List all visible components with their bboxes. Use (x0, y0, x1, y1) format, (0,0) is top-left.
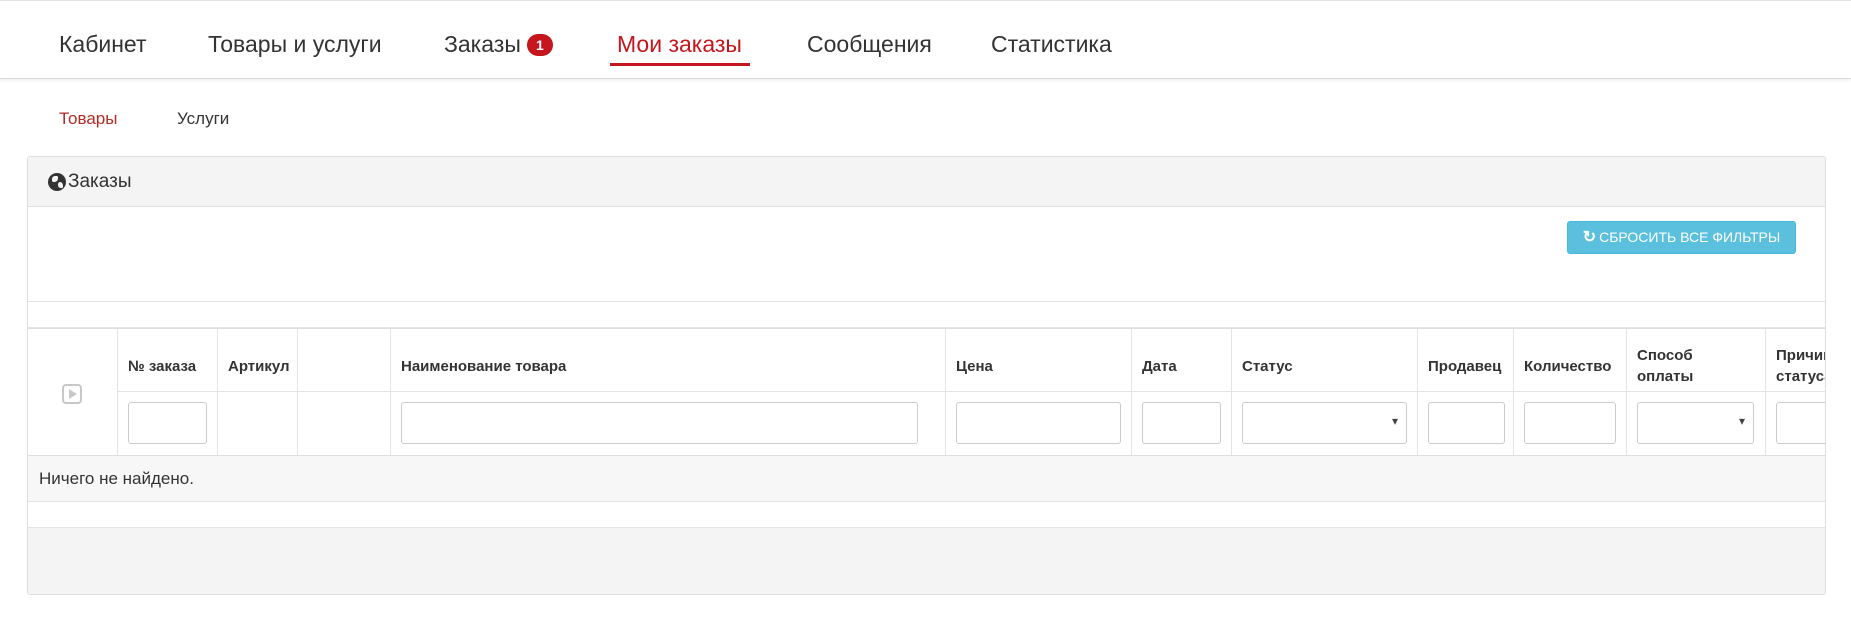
empty-results-text: Ничего не найдено. (39, 469, 194, 488)
order-number-filter-input[interactable] (128, 402, 207, 444)
column-header[interactable]: № заказа (128, 342, 196, 390)
column-header[interactable]: Способ оплаты (1637, 342, 1737, 390)
toolbar-separator (28, 301, 1825, 328)
orders-count-badge: 1 (526, 34, 553, 56)
status-reason-filter-select[interactable] (1776, 402, 1825, 444)
panel-title: Заказы (48, 171, 132, 193)
column-header[interactable]: Наименование товара (401, 342, 566, 390)
header-row-divider (117, 391, 1825, 392)
orders-panel: Заказы ↻ СБРОСИТЬ ВСЕ ФИЛЬТРЫ № заказа Ар… (27, 156, 1826, 595)
reset-filters-label: СБРОСИТЬ ВСЕ ФИЛЬТРЫ (1599, 229, 1781, 245)
nav-item-my-orders[interactable]: Мои заказы (617, 31, 742, 58)
active-tab-underline (610, 63, 750, 66)
nav-item-goods-services[interactable]: Товары и услуги (208, 31, 382, 58)
column-header[interactable]: Статус (1242, 342, 1293, 390)
reset-filters-button[interactable]: ↻ СБРОСИТЬ ВСЕ ФИЛЬТРЫ (1567, 221, 1796, 254)
column-product-name: Наименование товара (390, 329, 946, 455)
product-name-filter-input[interactable] (401, 402, 918, 444)
column-header: Артикул (228, 357, 290, 375)
column-order-number: № заказа (117, 329, 218, 455)
nav-item-orders-label: Заказы (444, 31, 521, 57)
column-status: Статус (1231, 329, 1418, 455)
column-status-reason: Причина статуса (1765, 329, 1825, 455)
nav-item-orders[interactable]: Заказы 1 (444, 31, 553, 58)
column-quantity: Количество (1513, 329, 1627, 455)
panel-heading: Заказы (28, 157, 1825, 207)
column-header[interactable]: Количество (1524, 342, 1611, 390)
subnav-item-goods[interactable]: Товары (59, 109, 117, 129)
expand-column (28, 329, 118, 455)
column-header[interactable]: Причина статуса (1776, 342, 1825, 390)
table-bottom-band (28, 502, 1825, 528)
column-header[interactable]: Цена (956, 342, 993, 390)
column-header[interactable]: Дата (1142, 342, 1177, 390)
date-filter-input[interactable] (1142, 402, 1221, 444)
nav-item-statistics[interactable]: Статистика (991, 31, 1112, 58)
price-filter-input[interactable] (956, 402, 1121, 444)
payment-method-filter-select[interactable] (1637, 402, 1754, 444)
column-article: Артикул (217, 329, 298, 455)
column-date: Дата (1131, 329, 1232, 455)
column-image (297, 329, 391, 455)
column-header[interactable]: Продавец (1428, 342, 1501, 390)
nav-item-messages[interactable]: Сообщения (807, 31, 932, 58)
panel-title-text: Заказы (68, 171, 132, 192)
quantity-filter-input[interactable] (1524, 402, 1616, 444)
seller-filter-input[interactable] (1428, 402, 1505, 444)
column-seller: Продавец (1417, 329, 1514, 455)
column-price: Цена (945, 329, 1132, 455)
panel-footer (28, 528, 1825, 594)
subnav-item-services[interactable]: Услуги (177, 109, 229, 129)
column-payment-method: Способ оплаты (1626, 329, 1766, 455)
nav-item-cabinet[interactable]: Кабинет (59, 31, 146, 58)
status-filter-select[interactable] (1242, 402, 1407, 444)
table-header: № заказа Артикул Наименование товара Цен… (28, 328, 1825, 456)
globe-icon (48, 173, 66, 191)
empty-results-row: Ничего не найдено. (28, 456, 1825, 502)
main-nav: Кабинет Товары и услуги Заказы 1 Мои зака… (0, 1, 1851, 79)
play-icon[interactable] (62, 384, 82, 404)
refresh-icon: ↻ (1582, 229, 1597, 246)
